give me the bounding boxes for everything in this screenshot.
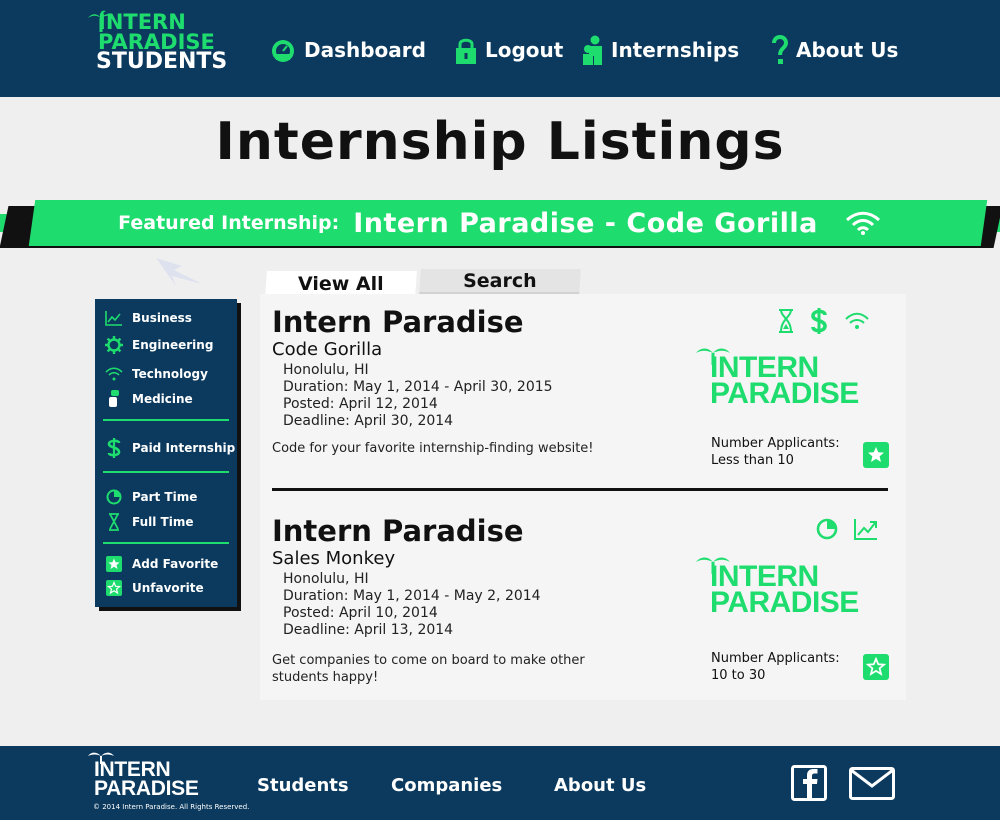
tab-view-all-label: View All bbox=[298, 273, 384, 295]
sidebar-item-label: Medicine bbox=[132, 392, 193, 406]
sidebar-item-part-time[interactable]: Part Time bbox=[105, 487, 197, 507]
footer-link-companies[interactable]: Companies bbox=[391, 775, 502, 796]
sidebar-item-label: Part Time bbox=[132, 490, 198, 504]
gauge-icon bbox=[272, 40, 294, 62]
medicine-icon bbox=[109, 390, 119, 407]
footer-logo-word: PARADISE bbox=[94, 777, 199, 800]
pie-icon bbox=[816, 518, 838, 540]
company-logo: INTERN PARADISE bbox=[696, 345, 859, 410]
copyright: © 2014 Intern Paradise. All Rights Reser… bbox=[93, 803, 250, 811]
category-sidebar: Business Engineering Technology Medicine… bbox=[95, 299, 237, 607]
listing-description: Get companies to come on board to make o… bbox=[272, 653, 585, 685]
sidebar-item-label: Add Favorite bbox=[132, 557, 219, 571]
star-outline-icon bbox=[106, 580, 122, 596]
tab-search-label: Search bbox=[463, 269, 537, 292]
listing-applicants: Number Applicants: Less than 10 bbox=[711, 435, 840, 469]
site-logo[interactable]: INTERN PARADISE STUDENTS bbox=[88, 10, 238, 74]
sidebar-item-label: Technology bbox=[132, 367, 208, 381]
sidebar-item-medicine[interactable]: Medicine bbox=[105, 389, 193, 409]
listing-deadline: Deadline: April 13, 2014 bbox=[283, 622, 454, 638]
logo-word-students: STUDENTS bbox=[96, 49, 228, 74]
applicants-value: 10 to 30 bbox=[711, 668, 766, 683]
dollar-icon bbox=[107, 438, 121, 458]
star-filled-icon bbox=[106, 556, 122, 572]
applicants-value: Less than 10 bbox=[711, 453, 794, 468]
listing-company: Intern Paradise bbox=[272, 514, 524, 548]
palm-tree-icon bbox=[88, 752, 114, 764]
favorite-button[interactable] bbox=[863, 442, 889, 468]
mail-icon[interactable] bbox=[849, 767, 895, 800]
applicants-label: Number Applicants: bbox=[711, 651, 840, 666]
tab-search[interactable]: Search bbox=[419, 269, 581, 295]
listing-card[interactable]: Intern Paradise Code Gorilla Honolulu, H… bbox=[272, 305, 892, 468]
listing-tags bbox=[816, 518, 878, 540]
facebook-icon[interactable] bbox=[791, 765, 827, 801]
palm-tree-icon bbox=[696, 348, 730, 365]
chart-icon bbox=[105, 311, 122, 326]
sidebar-item-business[interactable]: Business bbox=[105, 308, 192, 328]
applicants-label: Number Applicants: bbox=[711, 436, 840, 451]
nav-logout[interactable]: Logout bbox=[455, 33, 563, 67]
hourglass-icon bbox=[779, 309, 793, 333]
chart-icon bbox=[854, 519, 877, 540]
nav-about-us[interactable]: About Us bbox=[772, 33, 898, 67]
sidebar-item-technology[interactable]: Technology bbox=[105, 364, 208, 384]
star-outline-icon bbox=[866, 657, 886, 676]
nav-dashboard[interactable]: Dashboard bbox=[270, 33, 426, 67]
sidebar-divider bbox=[103, 471, 229, 473]
wifi-icon bbox=[845, 312, 869, 329]
sidebar-divider bbox=[103, 542, 229, 544]
star-filled-icon bbox=[868, 446, 884, 462]
listing-deadline: Deadline: April 30, 2014 bbox=[283, 413, 454, 429]
nav-internships-label: Internships bbox=[611, 38, 740, 62]
sidebar-item-label: Business bbox=[132, 311, 192, 325]
wifi-icon bbox=[105, 367, 123, 381]
featured-label: Featured Internship: bbox=[118, 212, 340, 234]
company-logo-word: PARADISE bbox=[710, 586, 859, 619]
sidebar-item-engineering[interactable]: Engineering bbox=[105, 335, 213, 355]
wifi-icon bbox=[845, 211, 880, 235]
dollar-icon bbox=[811, 308, 827, 334]
page-title: Internship Listings bbox=[215, 112, 785, 172]
sidebar-item-unfavorite[interactable]: Unfavorite bbox=[105, 578, 204, 598]
featured-banner-content[interactable]: Featured Internship: Intern Paradise - C… bbox=[0, 200, 1000, 246]
footer-link-students[interactable]: Students bbox=[257, 775, 349, 796]
lock-icon bbox=[456, 38, 476, 64]
pie-icon bbox=[106, 489, 122, 505]
hourglass-icon bbox=[109, 513, 119, 531]
listing-description: Code for your favorite internship-findin… bbox=[272, 441, 594, 456]
sidebar-item-paid-internship[interactable]: Paid Internship bbox=[105, 438, 235, 458]
sidebar-item-add-favorite[interactable]: Add Favorite bbox=[105, 554, 218, 574]
nav-dashboard-label: Dashboard bbox=[304, 38, 426, 62]
sidebar-divider bbox=[103, 419, 229, 421]
nav-logout-label: Logout bbox=[485, 38, 564, 62]
nav-internships[interactable]: Internships bbox=[583, 33, 739, 67]
sidebar-item-label: Full Time bbox=[132, 515, 194, 529]
company-logo-word: PARADISE bbox=[710, 377, 859, 410]
unfavorite-button[interactable] bbox=[863, 654, 889, 680]
sidebar-item-label: Engineering bbox=[132, 338, 214, 352]
gear-icon bbox=[105, 336, 123, 354]
footer-logo[interactable]: INTERN PARADISE bbox=[88, 752, 199, 800]
listing-card[interactable]: Intern Paradise Sales Monkey Honolulu, H… bbox=[272, 514, 892, 685]
footer-link-about-us[interactable]: About Us bbox=[554, 775, 646, 796]
palm-tree-icon bbox=[88, 10, 114, 32]
featured-title: Intern Paradise - Code Gorilla bbox=[353, 207, 818, 239]
nav-about-us-label: About Us bbox=[796, 38, 899, 62]
decorative-arrow-icon bbox=[156, 258, 202, 286]
people-icon bbox=[583, 35, 602, 65]
sidebar-item-label: Unfavorite bbox=[132, 581, 204, 595]
listing-tags bbox=[778, 308, 870, 334]
sidebar-item-label: Paid Internship bbox=[132, 441, 236, 455]
sidebar-item-full-time[interactable]: Full Time bbox=[105, 512, 194, 532]
company-logo: INTERN PARADISE bbox=[696, 554, 859, 619]
listing-applicants: Number Applicants: 10 to 30 bbox=[711, 650, 840, 684]
listing-separator bbox=[272, 488, 888, 491]
palm-tree-icon bbox=[696, 557, 730, 574]
question-icon bbox=[772, 35, 788, 64]
